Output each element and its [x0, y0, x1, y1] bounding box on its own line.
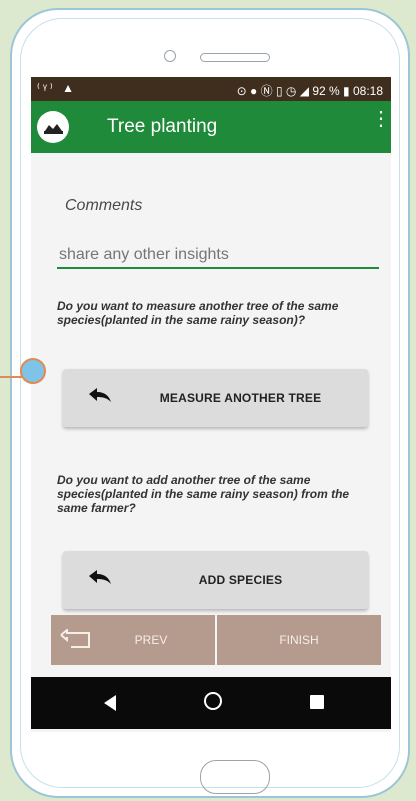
battery-icon: ▮ — [343, 84, 350, 98]
nfc-icon: Ⓝ — [260, 84, 273, 98]
finish-label: FINISH — [279, 633, 319, 647]
app-bar: Tree planting ⋮ — [31, 101, 391, 153]
add-another-question: Do you want to add another tree of the s… — [57, 473, 350, 515]
battery-level: 92 % — [312, 84, 340, 98]
add-species-button[interactable]: ADD SPECIES — [63, 551, 368, 609]
physical-home-button[interactable] — [200, 760, 270, 794]
back-icon[interactable] — [104, 695, 116, 711]
earpiece-speaker — [200, 53, 270, 62]
measure-another-tree-label: MEASURE ANOTHER TREE — [159, 391, 322, 405]
sync-icon: ⊙ — [236, 84, 247, 98]
status-bar: ⁽ᵞ⁾ ▲ ⊙ ● Ⓝ ▯ ◷ ◢ 92 % ▮ 08:18 — [31, 77, 391, 101]
callout-marker — [20, 358, 46, 384]
clock: 08:18 — [352, 84, 383, 98]
status-right-area: ⊙ ● Ⓝ ▯ ◷ ◢ 92 % ▮ 08:18 — [237, 82, 383, 99]
add-species-label: ADD SPECIES — [198, 573, 283, 587]
prev-button[interactable]: PREV — [51, 615, 215, 665]
bottom-navigation: PREV FINISH — [51, 615, 381, 665]
location-icon: ● — [250, 84, 258, 98]
warning-icon: ▲ — [62, 81, 77, 95]
front-camera — [164, 50, 176, 62]
recents-icon[interactable] — [310, 695, 324, 709]
cell-signal-icon: ◢ — [299, 84, 309, 98]
vibrate-icon: ▯ — [275, 84, 283, 98]
status-left-icons: ⁽ᵞ⁾ ▲ — [37, 81, 77, 95]
undo-arrow-icon — [89, 570, 111, 584]
farmer-logo-icon — [37, 111, 69, 143]
callout-connector — [0, 376, 22, 378]
app-title: Tree planting — [107, 116, 218, 137]
comments-label: Comments — [65, 197, 143, 214]
system-navigation-bar — [31, 677, 391, 729]
form-content: Comments Do you want to measure another … — [31, 153, 391, 615]
prev-label: PREV — [134, 633, 168, 647]
measure-another-tree-button[interactable]: MEASURE ANOTHER TREE — [63, 369, 368, 427]
measure-another-question: Do you want to measure another tree of t… — [57, 299, 339, 327]
alarm-icon: ◷ — [285, 84, 297, 98]
device-screen: ⁽ᵞ⁾ ▲ ⊙ ● Ⓝ ▯ ◷ ◢ 92 % ▮ 08:18 Tree plan… — [31, 77, 391, 732]
home-icon[interactable] — [204, 692, 222, 710]
finish-button[interactable]: FINISH — [217, 615, 381, 665]
more-vert-icon[interactable]: ⋮ — [371, 109, 391, 129]
undo-arrow-icon — [89, 388, 111, 402]
comments-input[interactable] — [57, 243, 379, 269]
wifi-signal-icon: ⁽ᵞ⁾ — [37, 81, 56, 95]
